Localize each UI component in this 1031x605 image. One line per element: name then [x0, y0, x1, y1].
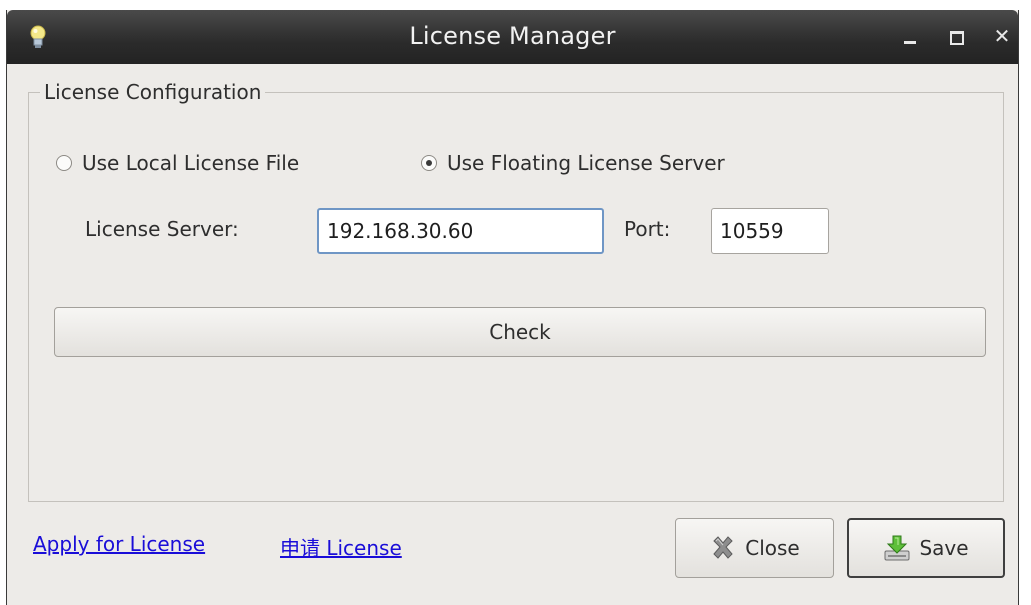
save-button[interactable]: Save	[847, 518, 1005, 578]
group-label: License Configuration	[40, 80, 266, 104]
radio-floating-license[interactable]: Use Floating License Server	[421, 148, 725, 178]
license-server-label: License Server:	[85, 217, 239, 241]
radio-local-label: Use Local License File	[82, 151, 300, 175]
license-server-input[interactable]	[317, 208, 604, 254]
radio-local-license[interactable]: Use Local License File	[56, 148, 299, 178]
apply-for-license-link[interactable]: Apply for License	[33, 532, 205, 556]
close-x-icon	[713, 536, 733, 559]
window-title: License Manager	[409, 22, 616, 50]
minimize-button[interactable]	[898, 24, 922, 48]
port-label: Port:	[624, 217, 671, 241]
close-button-label: Close	[745, 536, 800, 560]
save-download-icon	[884, 535, 910, 561]
close-button[interactable]: Close	[675, 518, 834, 578]
save-button-label: Save	[919, 536, 969, 560]
check-button[interactable]: Check	[54, 307, 986, 357]
radio-local-indicator[interactable]	[56, 155, 72, 171]
port-input[interactable]	[711, 208, 829, 254]
apply-for-license-cn-link[interactable]: 申请 License	[280, 532, 402, 561]
close-window-button[interactable]: ✕	[990, 24, 1014, 48]
maximize-button[interactable]	[944, 24, 968, 48]
radio-floating-indicator[interactable]	[421, 155, 437, 171]
radio-floating-label: Use Floating License Server	[447, 151, 725, 175]
title-bar[interactable]: License Manager ✕	[7, 10, 1018, 64]
